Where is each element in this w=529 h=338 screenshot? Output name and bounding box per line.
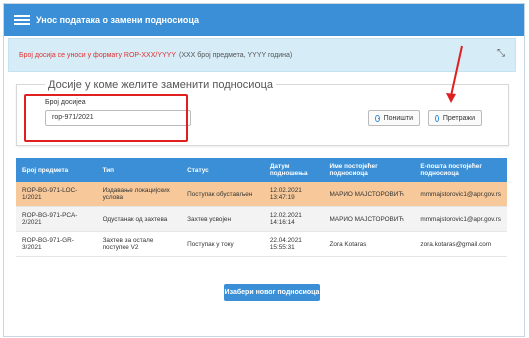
table-row[interactable]: ROP-BG-971-PCA-2/2021 Одустанак од захте…: [16, 206, 507, 232]
col-case-number: Број предмета: [16, 158, 97, 182]
title-bar: Унос података о замени подносиоца: [4, 4, 524, 36]
search-button-label: Претражи: [442, 114, 475, 122]
cell-type: Издавање локацијских услова: [96, 182, 182, 207]
clear-button-label: Поништи: [383, 114, 413, 122]
clear-icon: [375, 114, 380, 122]
cell-case-number: ROP-BG-971-PCA-2/2021: [16, 206, 97, 232]
cell-date: 12.02.2021 14:16:14: [263, 206, 324, 232]
cell-type: Захтев за остале поступке V2: [96, 231, 182, 257]
col-date: Датум подношења: [263, 158, 324, 182]
search-icon: [435, 114, 439, 122]
clear-button[interactable]: Поништи: [368, 110, 420, 126]
search-button[interactable]: Претражи: [428, 110, 482, 126]
table-row[interactable]: ROP-BG-971-LOC-1/2021 Издавање локацијск…: [16, 182, 507, 207]
col-type: Тип: [96, 158, 182, 182]
cell-type: Одустанак од захтева: [96, 206, 182, 232]
cell-status: Захтев усвојен: [181, 206, 264, 232]
cell-case-number: ROP-BG-971-LOC-1/2021: [16, 182, 97, 207]
cell-status: Поступак у току: [181, 231, 264, 257]
hamburger-icon[interactable]: [14, 15, 30, 25]
cell-case-number: ROP-BG-971-GR-3/2021: [16, 231, 97, 257]
cell-date: 22.04.2021 15:55:31: [263, 231, 324, 257]
panel-legend: Досије у коме желите заменити подносиоца: [45, 79, 276, 91]
cell-applicant-email: zora.kotaras@gmail.com: [414, 231, 507, 257]
cell-applicant-name: МАРИО МАЈСТОРОВИЋ: [323, 206, 415, 232]
cell-status: Поступак обустављен: [181, 182, 264, 207]
info-banner: Број досија се уноси у формату ROP-XXX/Y…: [8, 38, 516, 72]
cell-applicant-name: МАРИО МАЈСТОРОВИЋ: [323, 182, 415, 207]
col-status: Статус: [181, 158, 264, 182]
info-format-text: Број досија се уноси у формату ROP-XXX/Y…: [19, 51, 177, 59]
annotation-highlight-box: [24, 94, 188, 142]
collapse-arrows-icon[interactable]: ⤡: [497, 48, 505, 59]
table-row[interactable]: ROP-BG-971-GR-3/2021 Захтев за остале по…: [16, 231, 507, 257]
cell-date: 12.02.2021 13:47:19: [263, 182, 324, 207]
cell-applicant-email: mmmajstorovic1@apr.gov.rs: [414, 206, 507, 232]
col-applicant-email: Е-пошта постојећег подносиоца: [414, 158, 507, 182]
cases-table: Број предмета Тип Статус Датум подношења…: [16, 158, 507, 257]
table-header-row: Број предмета Тип Статус Датум подношења…: [16, 158, 507, 182]
info-format-hint: (XXX број предмета, YYYY година): [179, 51, 293, 59]
cell-applicant-name: Zora Kotaras: [323, 231, 415, 257]
choose-new-applicant-button[interactable]: Изабери новог подносиоца: [224, 284, 320, 301]
page-title: Унос података о замени подносиоца: [36, 15, 200, 25]
col-applicant-name: Име постојећег подносиоца: [323, 158, 415, 182]
cell-applicant-email: mmmajstorovic1@apr.gov.rs: [414, 182, 507, 207]
